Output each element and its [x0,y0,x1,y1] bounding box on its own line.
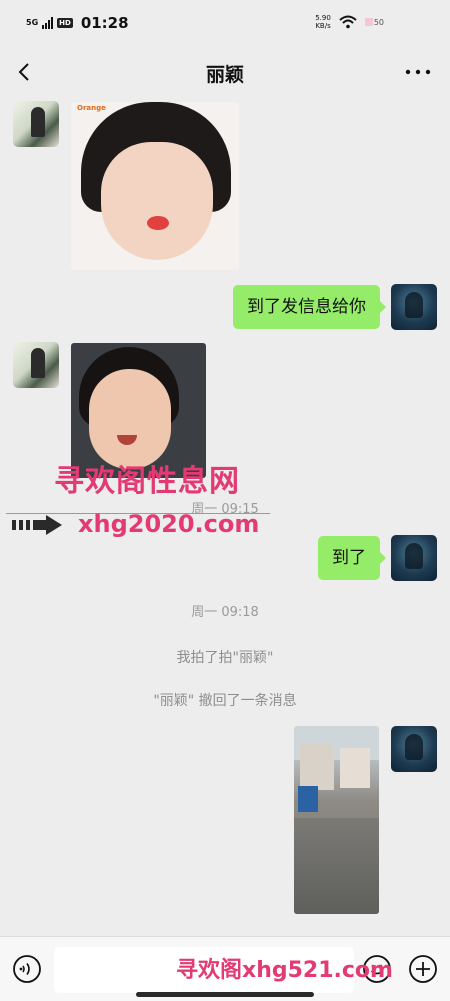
avatar-me[interactable] [391,284,437,330]
network-speed: 5.90 KB/s [315,14,331,30]
image-message[interactable]: Orange [71,102,239,270]
watermark-url: xhg2020.com [78,510,260,538]
photo-face [89,369,171,469]
avatar-contact[interactable] [13,342,59,388]
avatar-me[interactable] [391,726,437,772]
wifi-icon [339,15,357,29]
avatar-contact[interactable] [13,101,59,147]
photo-building [340,748,370,788]
status-left: 5G HD 01:28 [26,14,129,32]
voice-icon[interactable] [12,954,42,984]
status-time: 01:28 [80,14,129,32]
photo-lips [147,216,169,230]
timestamp: 周一 09:18 [191,605,259,620]
chat-title: 丽颖 [205,64,244,86]
system-recall-message: "丽颖" 撤回了一条消息 [153,693,297,709]
home-indicator [136,992,314,997]
status-right: 5.90 KB/s 50 [315,14,384,30]
network-type: 5G [26,18,39,27]
more-dots-icon[interactable] [402,60,434,84]
network-speed-value: 5.90 [315,14,331,22]
plus-circle-icon[interactable] [408,954,438,984]
photo-vehicle [298,786,318,812]
photo-tag: Orange [77,104,106,112]
photo-face [101,142,213,260]
system-pat-message: 我拍了拍"丽颖" [176,650,274,666]
message-bubble-mine[interactable]: 到了 [318,536,386,580]
watermark-bottom: 寻欢阁xhg521.com [176,958,393,983]
arrow-right-icon [12,515,62,535]
battery-level: 50 [365,18,384,27]
chat-header: 丽颖 [0,48,450,100]
signal-icon [42,17,54,29]
photo-building [300,744,334,790]
network-speed-unit: KB/s [315,22,331,30]
image-message[interactable] [294,726,379,914]
avatar-me[interactable] [391,535,437,581]
message-bubble-mine[interactable]: 到了发信息给你 [233,285,386,329]
photo-ground [294,818,379,914]
hd-badge: HD [57,18,73,28]
status-bar: 5G HD 01:28 5.90 KB/s 50 [0,0,450,48]
watermark-site-name: 寻欢阁性息网 [54,464,240,499]
